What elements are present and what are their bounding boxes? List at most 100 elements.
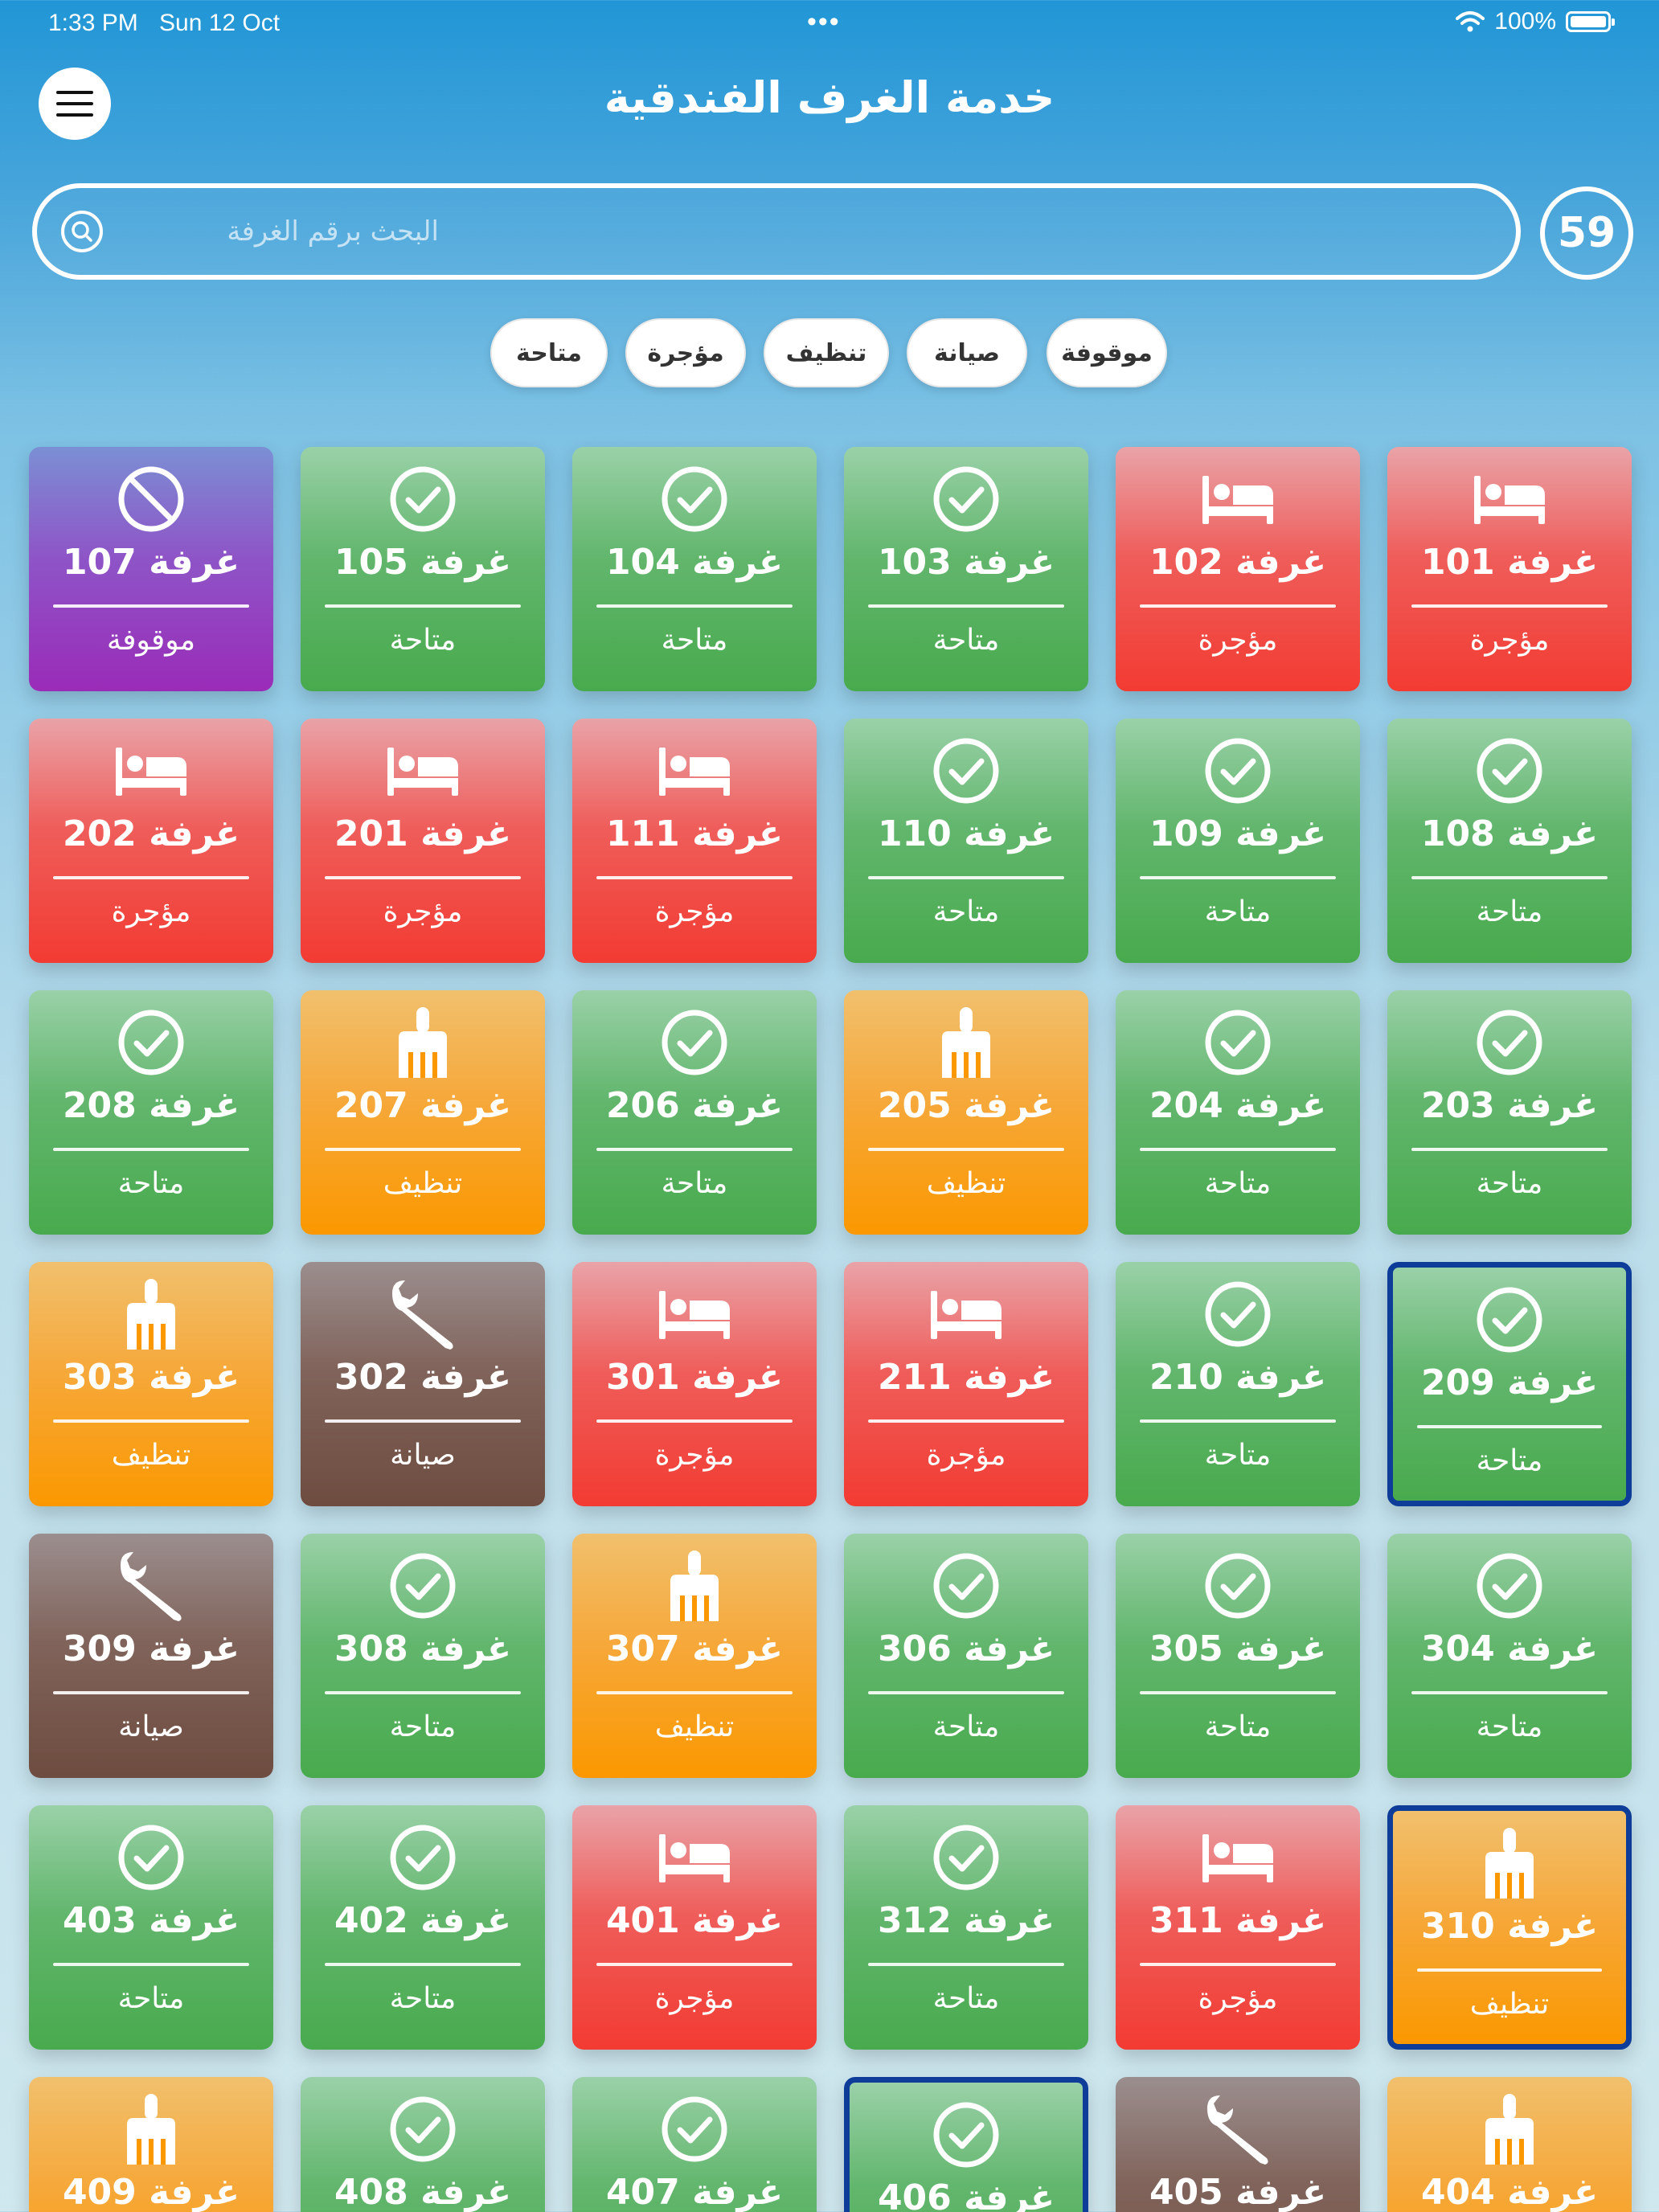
room-status: متاحة (1204, 1167, 1272, 1200)
room-card[interactable]: غرفة 403 متاحة (29, 1805, 273, 2050)
room-title: غرفة 204 (1149, 1085, 1327, 1126)
room-card[interactable]: غرفة 409 (29, 2077, 273, 2212)
wrench-icon (301, 1280, 545, 1350)
check-circle-icon (1116, 736, 1360, 805)
room-card[interactable]: غرفة 305 متاحة (1116, 1534, 1360, 1778)
room-card[interactable]: غرفة 105 متاحة (301, 447, 545, 691)
bed-icon (1387, 465, 1632, 534)
room-card[interactable]: غرفة 108 متاحة (1387, 719, 1632, 963)
check-circle-icon (1116, 1008, 1360, 1077)
room-title: غرفة 203 (1420, 1085, 1599, 1126)
room-status: تنظيف (383, 1167, 463, 1200)
check-circle-icon (844, 1551, 1088, 1620)
check-circle-icon (572, 1008, 817, 1077)
room-card[interactable]: غرفة 107 موقوفة (29, 447, 273, 691)
card-divider (1140, 604, 1336, 608)
room-card[interactable]: غرفة 401 مؤجرة (572, 1805, 817, 2050)
filter-chip-rented[interactable]: مؤجرة (625, 318, 746, 387)
broom-icon (29, 2094, 273, 2165)
search-icon[interactable] (58, 207, 106, 256)
room-card[interactable]: غرفة 408 (301, 2077, 545, 2212)
room-title: غرفة 104 (605, 542, 784, 583)
room-status: مؤجرة (654, 895, 735, 928)
room-title: غرفة 310 (1420, 1906, 1599, 1947)
room-title: غرفة 303 (62, 1357, 240, 1398)
room-card[interactable]: غرفة 405 (1116, 2077, 1360, 2212)
room-card[interactable]: غرفة 209 متاحة (1387, 1262, 1632, 1506)
room-grid: غرفة 101 مؤجرة غرفة 102 مؤجرة غرفة 103 متاحة غ… (27, 447, 1632, 2212)
bed-icon (1116, 1823, 1360, 1892)
room-card[interactable]: غرفة 308 متاحة (301, 1534, 545, 1778)
room-status: تنظيف (926, 1167, 1006, 1200)
room-card[interactable]: غرفة 109 متاحة (1116, 719, 1360, 963)
room-title: غرفة 208 (62, 1085, 240, 1126)
room-card[interactable]: غرفة 207 تنظيف (301, 990, 545, 1235)
card-divider (868, 1148, 1064, 1151)
broom-icon (1393, 1828, 1626, 1899)
room-title: غرفة 201 (334, 813, 512, 854)
room-card[interactable]: غرفة 407 (572, 2077, 817, 2212)
room-card[interactable]: غرفة 103 متاحة (844, 447, 1088, 691)
search-box[interactable] (32, 183, 1521, 280)
room-title: غرفة 309 (62, 1628, 240, 1669)
room-status: متاحة (661, 624, 728, 657)
card-divider (53, 876, 249, 879)
room-card[interactable]: غرفة 303 تنظيف (29, 1262, 273, 1506)
room-status: تنظيف (1469, 1988, 1550, 2021)
room-title: غرفة 404 (1420, 2172, 1599, 2212)
card-divider (1140, 876, 1336, 879)
room-card[interactable]: غرفة 202 مؤجرة (29, 719, 273, 963)
room-card[interactable]: غرفة 101 مؤجرة (1387, 447, 1632, 691)
room-card[interactable]: غرفة 206 متاحة (572, 990, 817, 1235)
room-card[interactable]: غرفة 104 متاحة (572, 447, 817, 691)
room-status: مؤجرة (654, 1439, 735, 1472)
room-card[interactable]: غرفة 204 متاحة (1116, 990, 1360, 1235)
room-card[interactable]: غرفة 307 تنظيف (572, 1534, 817, 1778)
room-card[interactable]: غرفة 311 مؤجرة (1116, 1805, 1360, 2050)
room-card[interactable]: غرفة 208 متاحة (29, 990, 273, 1235)
broom-icon (29, 1279, 273, 1350)
filter-chip-available[interactable]: متاحة (490, 318, 608, 387)
room-card[interactable]: غرفة 306 متاحة (844, 1534, 1088, 1778)
room-status: متاحة (661, 1167, 728, 1200)
room-card[interactable]: غرفة 201 مؤجرة (301, 719, 545, 963)
broom-icon (572, 1550, 817, 1621)
room-status: متاحة (932, 1710, 1000, 1743)
room-card[interactable]: غرفة 309 صيانة (29, 1534, 273, 1778)
room-title: غرفة 408 (334, 2172, 512, 2212)
room-card[interactable]: غرفة 402 متاحة (301, 1805, 545, 2050)
room-card[interactable]: غرفة 211 مؤجرة (844, 1262, 1088, 1506)
room-card[interactable]: غرفة 210 متاحة (1116, 1262, 1360, 1506)
card-divider (1411, 876, 1608, 879)
filter-chip-cleaning[interactable]: تنظيف (764, 318, 889, 387)
room-card[interactable]: غرفة 406 (844, 2077, 1088, 2212)
check-circle-icon (572, 465, 817, 534)
room-card[interactable]: غرفة 110 متاحة (844, 719, 1088, 963)
room-card[interactable]: غرفة 111 مؤجرة (572, 719, 817, 963)
room-title: غرفة 107 (62, 542, 240, 583)
room-card[interactable]: غرفة 203 متاحة (1387, 990, 1632, 1235)
room-title: غرفة 409 (62, 2172, 240, 2212)
check-circle-icon (301, 465, 545, 534)
room-card[interactable]: غرفة 102 مؤجرة (1116, 447, 1360, 691)
room-title: غرفة 304 (1420, 1628, 1599, 1669)
room-card[interactable]: غرفة 312 متاحة (844, 1805, 1088, 2050)
room-card[interactable]: غرفة 301 مؤجرة (572, 1262, 817, 1506)
room-card[interactable]: غرفة 304 متاحة (1387, 1534, 1632, 1778)
card-divider (325, 1148, 521, 1151)
multitasking-dots-icon[interactable]: ••• (807, 6, 841, 38)
filter-chip-maintenance[interactable]: صيانة (907, 318, 1027, 387)
room-card[interactable]: غرفة 302 صيانة (301, 1262, 545, 1506)
room-status: مؤجرة (1198, 1982, 1278, 2015)
room-card[interactable]: غرفة 205 تنظيف (844, 990, 1088, 1235)
room-status: متاحة (1476, 1444, 1543, 1477)
check-circle-icon (844, 465, 1088, 534)
room-status: موقوفة (106, 624, 196, 657)
filter-chip-blocked[interactable]: موقوفة (1047, 318, 1167, 387)
room-card[interactable]: غرفة 404 (1387, 2077, 1632, 2212)
room-card[interactable]: غرفة 310 تنظيف (1387, 1805, 1632, 2050)
search-input[interactable] (133, 188, 1484, 275)
check-circle-icon (850, 2100, 1083, 2169)
room-status: متاحة (389, 624, 457, 657)
bed-icon (572, 1823, 817, 1892)
